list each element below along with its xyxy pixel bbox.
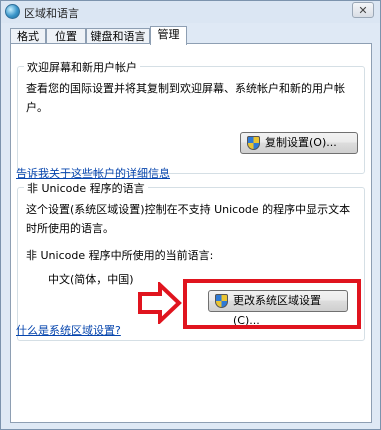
region-language-dialog: 区域和语言 ✕ 格式 位置 键盘和语言 管理 欢迎屏幕和新用户帐户 查看您的国际…: [0, 0, 381, 430]
welcome-description: 查看您的国际设置并将其复制到欢迎屏幕、系统帐户和新的用户帐户。: [26, 82, 345, 114]
system-locale-info-link[interactable]: 什么是系统区域设置?: [16, 322, 121, 338]
copy-settings-button[interactable]: 复制设置(O)...: [240, 132, 358, 154]
copy-settings-label: 复制设置(O)...: [265, 136, 337, 149]
welcome-screen-group: 欢迎屏幕和新用户帐户 查看您的国际设置并将其复制到欢迎屏幕、系统帐户和新的用户帐…: [16, 59, 365, 180]
globe-icon: [5, 4, 20, 19]
tab-administrative[interactable]: 管理: [150, 26, 187, 45]
tab-panel-administrative: 欢迎屏幕和新用户帐户 查看您的国际设置并将其复制到欢迎屏幕、系统帐户和新的用户帐…: [10, 43, 372, 423]
red-highlight-box: [183, 279, 361, 329]
title-bar: 区域和语言 ✕: [1, 1, 380, 23]
non-unicode-description: 这个设置(系统区域设置)控制在不支持 Unicode 的程序中显示文本时所使用的…: [26, 203, 351, 235]
current-language-label: 非 Unicode 程序中所使用的当前语言:: [26, 249, 214, 262]
tab-formats[interactable]: 格式: [10, 28, 46, 44]
window-title: 区域和语言: [24, 7, 79, 20]
current-language-value: 中文(简体，中国): [48, 273, 134, 286]
accounts-info-link[interactable]: 告诉我关于这些帐户的详细信息: [16, 165, 170, 181]
red-arrow-annotation: [138, 282, 182, 324]
tab-location[interactable]: 位置: [46, 28, 86, 44]
group-title-welcome: 欢迎屏幕和新用户帐户: [24, 59, 140, 75]
uac-shield-icon: [247, 136, 260, 150]
tab-keyboards-languages[interactable]: 键盘和语言: [86, 28, 150, 44]
close-button[interactable]: ✕: [352, 2, 374, 18]
group-title-non-unicode: 非 Unicode 程序的语言: [24, 180, 148, 196]
